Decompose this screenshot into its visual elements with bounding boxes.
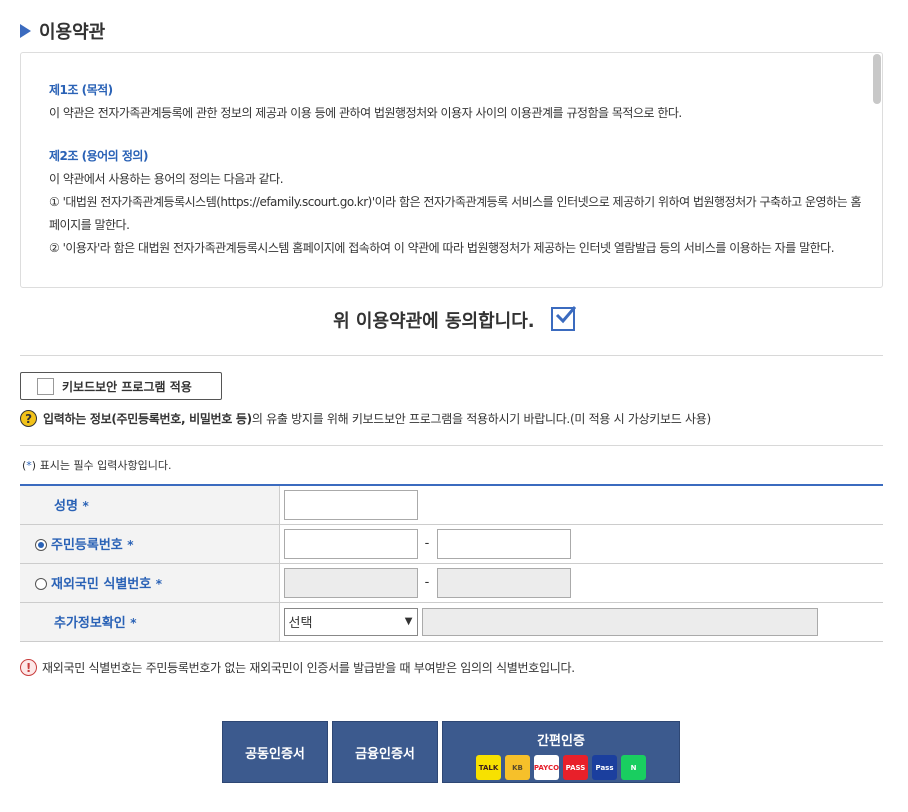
foreign-id-front-input[interactable]	[283, 567, 418, 598]
required-star-icon: *	[155, 577, 163, 591]
checkmark-icon	[555, 306, 576, 324]
dash: -	[424, 536, 430, 551]
payco-icon: PAYCO	[534, 755, 559, 780]
kb-icon: KB	[505, 755, 530, 780]
form-row-foreign: 재외국민 식별번호 * -	[20, 563, 883, 603]
keyboard-notice-text: 의 유출 방지를 위해 키보드보안 프로그램을 적용하시기 바랍니다.(미 적용…	[251, 412, 711, 426]
extra-info-select[interactable]: 선택 ▼	[283, 607, 418, 636]
keyboard-security-checkbox[interactable]	[37, 377, 54, 395]
agree-label: 위 이용약관에 동의합니다.	[333, 311, 535, 332]
select-value: 선택	[288, 616, 313, 631]
form-row-name: 성명 *	[20, 485, 883, 525]
extra-info-input[interactable]	[421, 607, 818, 636]
divider	[20, 355, 883, 356]
article-2-item-2: ② '이용자'라 함은 대법원 전자가족관계등록시스템 홈페이지에 접속하여 이…	[49, 241, 835, 255]
chevron-down-icon: ▼	[404, 616, 413, 627]
public-cert-button[interactable]: 공동인증서	[222, 721, 328, 783]
keyboard-security-button[interactable]: 키보드보안 프로그램 적용	[20, 372, 222, 400]
rrn-label: 주민등록번호	[51, 538, 123, 553]
financial-cert-label: 금융인증서	[355, 746, 415, 762]
extra-info-label: 추가정보확인	[54, 616, 126, 631]
section-header: 이용약관	[20, 18, 105, 44]
required-star-icon: *	[127, 538, 134, 552]
article-1-body: 이 약관은 전자가족관계등록에 관한 정보의 제공과 이용 등에 관하여 법원행…	[49, 106, 682, 120]
agree-checkbox[interactable]	[550, 306, 576, 331]
foreign-id-notice: ! 재외국민 식별번호는 주민등록번호가 없는 재외국민이 인증서를 발급받을 …	[20, 659, 575, 676]
required-note: (*) 표시는 필수 입력사항입니다.	[22, 459, 172, 472]
keyboard-notice-bold: 입력하는 정보(주민등록번호, 비밀번호 등)	[43, 412, 252, 426]
name-input[interactable]	[283, 489, 418, 520]
article-2-item-1: ① '대법원 전자가족관계등록시스템(https://efamily.scour…	[49, 195, 862, 232]
terms-scroll-box[interactable]: 제1조 (목적) 이 약관은 전자가족관계등록에 관한 정보의 제공과 이용 등…	[20, 52, 883, 288]
public-cert-label: 공동인증서	[245, 746, 305, 762]
section-title: 이용약관	[39, 22, 106, 43]
pass-red-icon: PASS	[563, 755, 588, 780]
kakao-icon: TALK	[476, 755, 501, 780]
exclamation-icon: !	[20, 659, 37, 676]
agree-row: 위 이용약관에 동의합니다.	[0, 306, 908, 334]
dash: -	[424, 575, 430, 590]
divider	[20, 445, 883, 446]
naver-icon: N	[621, 755, 646, 780]
article-1-title: 제1조 (목적)	[49, 83, 113, 97]
required-star-icon: *	[130, 616, 137, 630]
article-2-title: 제2조 (용어의 정의)	[49, 149, 148, 163]
name-label: 성명	[54, 499, 78, 515]
triangle-bullet-icon	[20, 24, 31, 38]
foreign-id-radio[interactable]	[35, 577, 47, 590]
rrn-radio[interactable]	[35, 538, 47, 551]
easy-cert-button[interactable]: 간편인증 TALK KB PAYCO PASS Pass N	[442, 721, 680, 783]
foreign-id-back-input[interactable]	[436, 567, 571, 598]
scrollbar-thumb[interactable]	[873, 54, 881, 104]
form-row-extra: 추가정보확인 * 선택 ▼	[20, 602, 883, 642]
rrn-front-input[interactable]	[283, 528, 418, 559]
foreign-id-label: 재외국민 식별번호	[51, 577, 152, 592]
easy-cert-label: 간편인증	[537, 734, 585, 749]
required-star-icon: *	[82, 499, 89, 514]
question-icon: ?	[20, 410, 37, 427]
pass-blue-icon: Pass	[592, 755, 617, 780]
keyboard-security-label: 키보드보안 프로그램 적용	[62, 379, 192, 394]
identity-form: 성명 * 주민등록번호 * - 재외국민 식별번호 * - 추가정보확인 * 선…	[20, 484, 883, 642]
article-2-body: 이 약관에서 사용하는 용어의 정의는 다음과 같다.	[49, 172, 284, 186]
foreign-id-notice-text: 재외국민 식별번호는 주민등록번호가 없는 재외국민이 인증서를 발급받을 때 …	[42, 661, 575, 675]
financial-cert-button[interactable]: 금융인증서	[332, 721, 438, 783]
rrn-back-input[interactable]	[436, 528, 571, 559]
easy-cert-provider-icons: TALK KB PAYCO PASS Pass N	[476, 755, 646, 780]
keyboard-notice: ? 입력하는 정보(주민등록번호, 비밀번호 등) 의 유출 방지를 위해 키보…	[20, 410, 711, 427]
form-row-rrn: 주민등록번호 * -	[20, 524, 883, 564]
